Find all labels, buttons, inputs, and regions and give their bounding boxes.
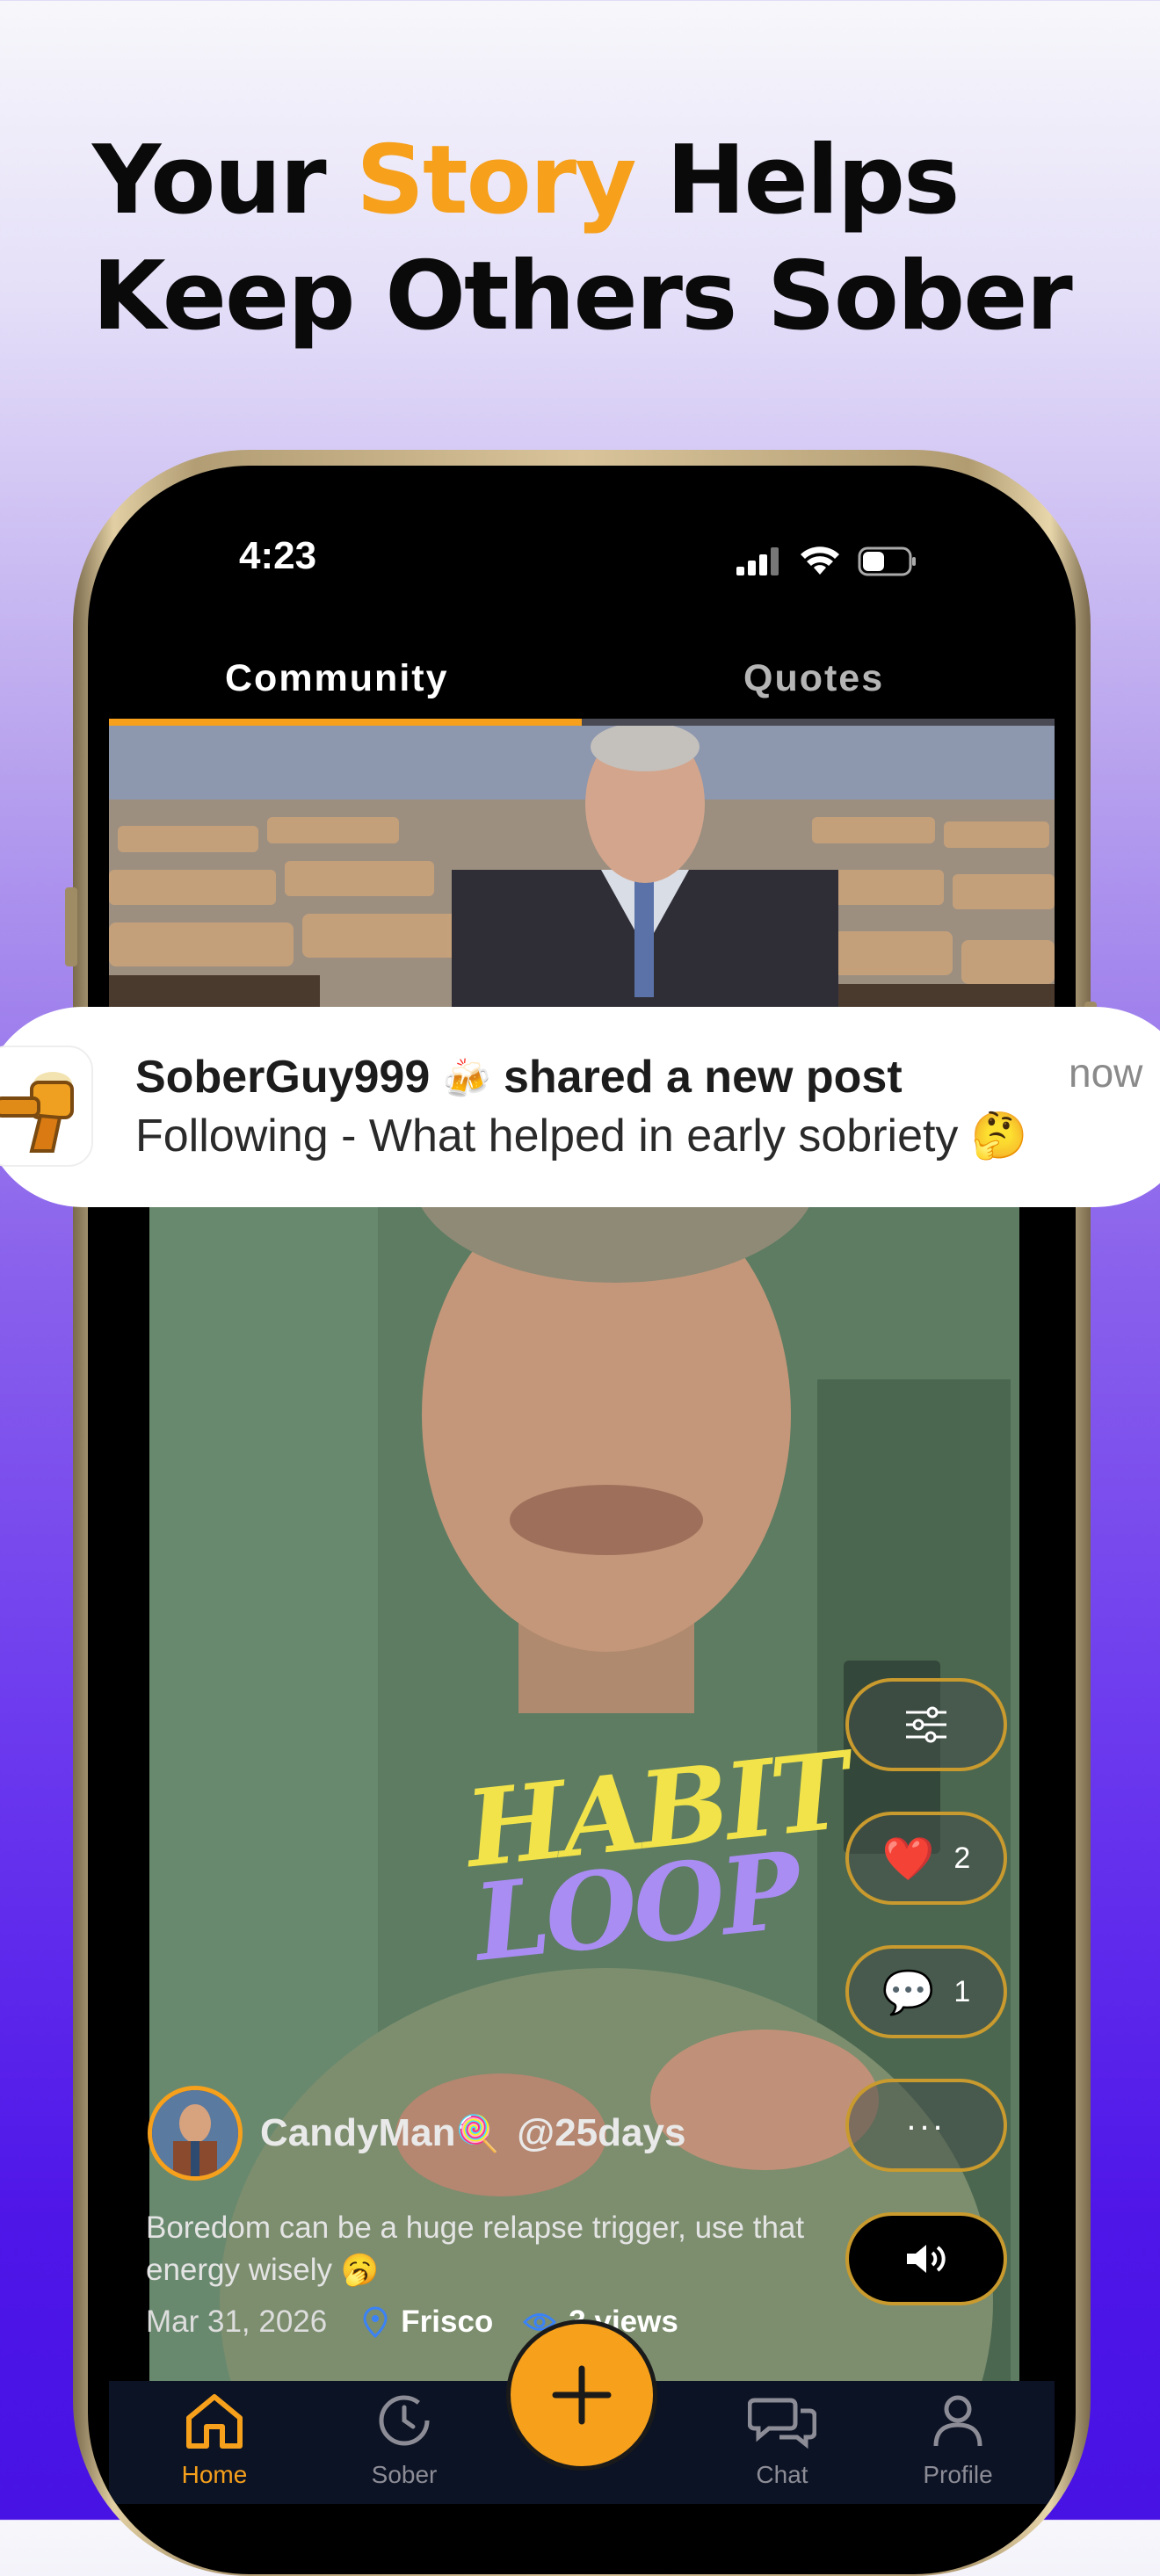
app-icon <box>0 1046 93 1167</box>
plus-icon <box>552 2365 612 2425</box>
nav-profile[interactable]: Profile <box>896 2391 1019 2489</box>
classroom-scene <box>109 720 1055 1037</box>
notification-body-emoji: 🤔 <box>970 1111 1028 1161</box>
headline: Your Story Helps Keep Others Sober <box>92 123 1073 355</box>
location-pin-icon <box>363 2306 388 2338</box>
author-emoji: 🍭 <box>455 2114 500 2153</box>
home-icon <box>186 2394 243 2449</box>
create-post-button[interactable] <box>506 2319 657 2471</box>
notification-banner[interactable]: SoberGuy999 🍻 shared a new post Followin… <box>0 1007 1160 1207</box>
person-icon <box>933 2395 982 2447</box>
caption-text: Boredom can be a huge relapse trigger, u… <box>146 2211 805 2287</box>
phone-side-button <box>65 887 77 966</box>
battery-icon <box>858 546 916 576</box>
more-options-button[interactable]: ... <box>845 2079 1007 2172</box>
post-date: Mar 31, 2026 <box>146 2305 328 2339</box>
notification-time: now <box>1069 1050 1143 1096</box>
tab-quotes[interactable]: Quotes <box>743 657 884 700</box>
notification-user-emoji: 🍻 <box>442 1058 491 1101</box>
clock-icon <box>379 2395 430 2446</box>
avatar[interactable] <box>148 2086 243 2181</box>
beer-gun-icon <box>0 1072 74 1153</box>
post-author[interactable]: CandyMan 🍭 @25days <box>148 2086 685 2181</box>
status-icons <box>736 546 917 576</box>
top-video-progress <box>109 719 1055 726</box>
status-time: 4:23 <box>239 534 317 577</box>
nav-chat[interactable]: Chat <box>721 2391 844 2489</box>
notification-action: shared a new post <box>503 1052 903 1103</box>
sound-toggle-button[interactable] <box>845 2212 1007 2305</box>
nav-sober[interactable]: Sober <box>343 2391 466 2489</box>
notification-user: SoberGuy999 <box>135 1052 431 1103</box>
nav-profile-label: Profile <box>923 2461 993 2488</box>
phone-screen: 4:23 Community Quotes HABIT LOOP ❤️ 2 💬 … <box>88 466 1076 2574</box>
comment-count: 1 <box>953 1974 971 2008</box>
nav-home[interactable]: Home <box>153 2391 276 2489</box>
top-video-progress-fill <box>109 719 582 726</box>
ellipsis-icon: ... <box>906 2098 946 2138</box>
notification-title: SoberGuy999 🍻 shared a new post <box>135 1051 903 1103</box>
speech-bubble-icon: 💬 <box>881 1969 935 2016</box>
author-name: CandyMan <box>260 2111 456 2154</box>
sliders-icon <box>906 1706 946 1743</box>
tab-community[interactable]: Community <box>225 657 449 700</box>
comment-button[interactable]: 💬 1 <box>845 1945 1007 2038</box>
sober-days: @25days <box>517 2111 686 2154</box>
nav-sober-label: Sober <box>371 2461 438 2488</box>
like-button[interactable]: ❤️ 2 <box>845 1812 1007 1905</box>
nav-chat-label: Chat <box>756 2461 808 2488</box>
headline-word-your: Your <box>92 126 327 235</box>
headline-word-helps: Helps <box>666 126 960 235</box>
cellular-signal-icon <box>736 547 779 575</box>
chat-bubbles-icon <box>747 2398 817 2449</box>
nav-home-label: Home <box>181 2461 248 2488</box>
avatar-image <box>152 2090 238 2176</box>
like-count: 2 <box>953 1841 971 1875</box>
filter-button[interactable] <box>845 1678 1007 1771</box>
heart-icon: ❤️ <box>881 1835 935 1883</box>
post-location[interactable]: Frisco <box>401 2305 493 2340</box>
post-caption: Boredom can be a huge relapse trigger, u… <box>146 2207 814 2291</box>
speaker-icon <box>907 2245 946 2273</box>
top-video-thumbnail[interactable] <box>109 720 1055 1037</box>
headline-line-2: Keep Others Sober <box>92 242 1073 351</box>
notification-body: Following - What helped in early sobriet… <box>135 1109 1028 1162</box>
notification-body-text: Following - What helped in early sobriet… <box>135 1111 959 1161</box>
headline-accent-story: Story <box>356 126 636 235</box>
caption-emoji: 🥱 <box>340 2253 380 2287</box>
wifi-icon <box>801 546 839 575</box>
